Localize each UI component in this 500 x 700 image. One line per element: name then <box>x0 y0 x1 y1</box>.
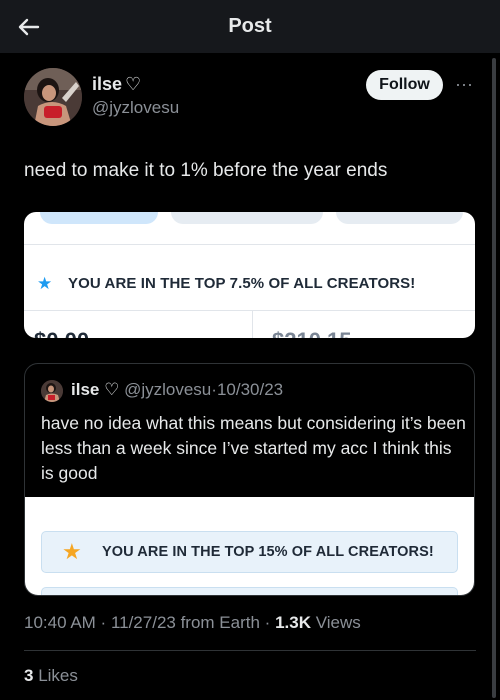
quoted-author-handle: @jyzlovesu <box>124 380 212 399</box>
quoted-post-date: 10/30/23 <box>216 380 284 399</box>
rank-banner <box>41 587 458 595</box>
more-options-icon[interactable]: ··· <box>455 74 473 95</box>
author-name[interactable]: ilse ♡ <box>92 74 141 95</box>
post-text: need to make it to 1% before the year en… <box>24 160 388 181</box>
avatar[interactable] <box>24 68 82 126</box>
likes-link[interactable]: 3 Likes <box>24 666 78 686</box>
author-handle[interactable]: @jyzlovesu <box>92 98 179 118</box>
top-bar: Post <box>0 0 500 53</box>
rank-banner: ★ YOU ARE IN THE TOP 15% OF ALL CREATORS… <box>41 531 458 573</box>
separator-dot: · <box>95 613 111 632</box>
separator-dot: · <box>259 613 276 632</box>
media-divider <box>24 244 475 245</box>
quoted-post-header: ilse ♡ @jyzlovesu·10/30/23 <box>71 380 283 400</box>
earnings-amount: $210.15 <box>272 328 352 338</box>
post-source: from Earth <box>175 613 260 632</box>
media-divider <box>24 310 475 311</box>
star-icon: ★ <box>37 274 53 293</box>
divider <box>24 650 476 651</box>
quoted-post[interactable]: ilse ♡ @jyzlovesu·10/30/23 have no idea … <box>24 363 475 596</box>
views-label: Views <box>310 613 361 632</box>
media-tab-pill <box>336 212 463 224</box>
star-icon: ★ <box>62 539 82 564</box>
heart-outline-icon: ♡ <box>125 74 142 94</box>
rank-text: YOU ARE IN THE TOP 7.5% OF ALL CREATORS! <box>68 275 416 292</box>
post-media-image[interactable]: ★ YOU ARE IN THE TOP 7.5% OF ALL CREATOR… <box>24 212 475 338</box>
post-time: 10:40 AM <box>24 613 96 632</box>
media-tab-pill <box>40 212 158 224</box>
heart-outline-icon: ♡ <box>104 380 120 399</box>
post-meta: 10:40 AM · 11/27/23 from Earth · 1.3K Vi… <box>24 613 361 633</box>
author-name-text: ilse <box>92 74 123 94</box>
likes-label: Likes <box>33 666 78 685</box>
earnings-amount: $0.00 <box>34 328 89 338</box>
quoted-post-media-image: ★ YOU ARE IN THE TOP 15% OF ALL CREATORS… <box>25 497 474 595</box>
page-title: Post <box>228 15 272 37</box>
views-count: 1.3K <box>275 613 311 632</box>
quoted-author-name: ilse <box>71 380 100 399</box>
follow-button[interactable]: Follow <box>366 70 443 100</box>
post-date: 11/27/23 <box>110 613 176 632</box>
rank-text: YOU ARE IN THE TOP 15% OF ALL CREATORS! <box>102 544 434 560</box>
avatar <box>41 380 63 402</box>
quoted-post-text: have no idea what this means but conside… <box>41 413 466 483</box>
media-tab-pill <box>171 212 323 224</box>
scrollbar[interactable] <box>492 58 496 698</box>
media-divider <box>252 310 253 338</box>
